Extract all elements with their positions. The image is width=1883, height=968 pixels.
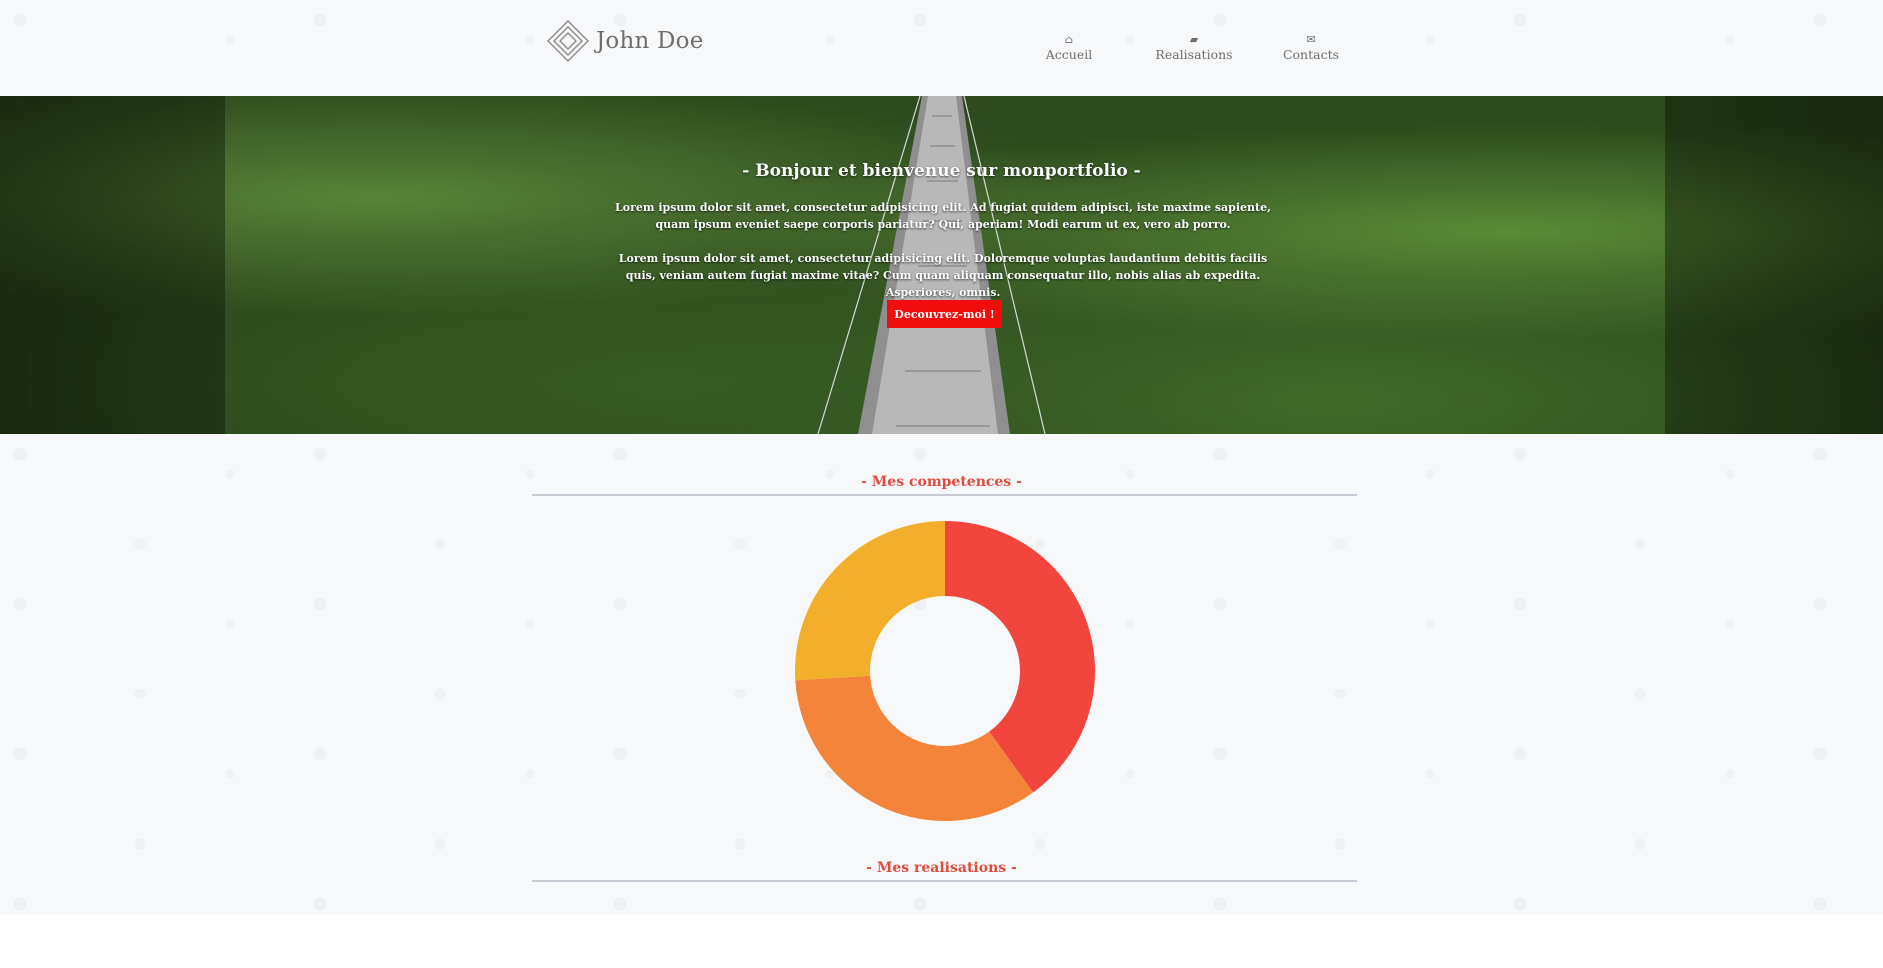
skills-title: - Mes competences - <box>861 474 1022 490</box>
nav-item-contacts[interactable]: ✉ Contacts <box>1272 33 1350 63</box>
realisations-title: - Mes realisations - <box>866 860 1017 876</box>
skills-donut-chart <box>795 521 1095 821</box>
nav-label: Contacts <box>1282 47 1340 62</box>
envelope-icon: ✉ <box>1306 33 1316 46</box>
content-section: - Mes competences - - Mes realisations - <box>0 434 1883 915</box>
nav-item-accueil[interactable]: ⌂ Accueil <box>1030 33 1108 63</box>
nav-label: Accueil <box>1045 47 1093 62</box>
home-icon: ⌂ <box>1064 33 1074 46</box>
brand[interactable]: John Doe <box>546 19 704 63</box>
discover-me-button[interactable]: Decouvrez-moi ! <box>887 300 1002 328</box>
section-divider <box>532 880 1357 882</box>
main-nav: ⌂ Accueil ▰ Realisations ✉ Contacts <box>1030 33 1350 63</box>
hero-paragraph: Lorem ipsum dolor sit amet, consectetur … <box>618 252 1268 299</box>
site-header: John Doe ⌂ Accueil ▰ Realisations ✉ Cont… <box>0 0 1883 96</box>
brand-name: John Doe <box>596 28 704 54</box>
donut-slice <box>795 675 1034 821</box>
hero-paragraph: Lorem ipsum dolor sit amet, consectetur … <box>615 201 1271 231</box>
donut-slice <box>795 521 945 681</box>
hero-title: - Bonjour et bienvenue sur monportfolio … <box>742 161 1141 181</box>
nav-item-realisations[interactable]: ▰ Realisations <box>1148 33 1240 63</box>
nav-label: Realisations <box>1155 47 1233 62</box>
diamond-logo-icon <box>547 20 589 62</box>
folder-open-icon: ▰ <box>1189 33 1199 46</box>
section-divider <box>532 494 1357 496</box>
hero-banner: - Bonjour et bienvenue sur monportfolio … <box>0 96 1883 434</box>
